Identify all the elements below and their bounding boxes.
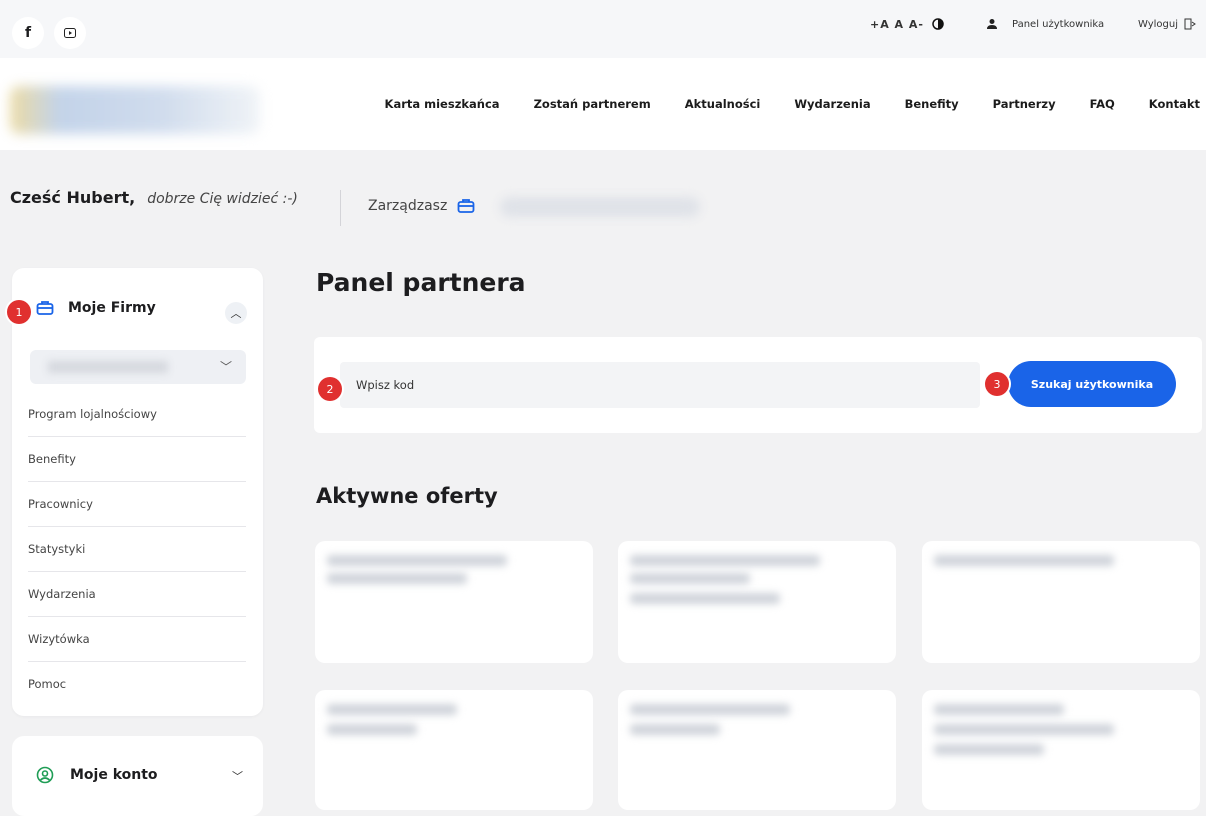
nav-wydarzenia[interactable]: Wydarzenia	[794, 97, 870, 111]
logout-link[interactable]: Wyloguj	[1138, 18, 1196, 30]
font-size-controls[interactable]: +A A A-	[870, 18, 924, 31]
manage-label: Zarządzasz	[368, 198, 448, 214]
sidebar-item-benefity[interactable]: Benefity	[28, 437, 246, 482]
nav-partnerzy[interactable]: Partnerzy	[993, 97, 1056, 111]
account-title: Moje konto	[70, 767, 158, 783]
company-select-value	[48, 361, 168, 373]
sidebar-account-card: Moje konto ﹀	[12, 736, 263, 816]
nav-zostan-partnerem[interactable]: Zostań partnerem	[534, 97, 651, 111]
contrast-icon	[932, 18, 944, 30]
nav-benefity[interactable]: Benefity	[905, 97, 959, 111]
nav-faq[interactable]: FAQ	[1090, 97, 1115, 111]
nav-karta-mieszkanca[interactable]: Karta mieszkańca	[385, 97, 500, 111]
briefcase-icon	[36, 301, 54, 315]
managed-company-name[interactable]	[500, 197, 700, 217]
company-select[interactable]: ﹀	[30, 350, 246, 384]
annotation-marker: 2	[318, 377, 342, 401]
user-panel-label: Panel użytkownika	[1012, 18, 1105, 30]
sidebar-item-pomoc[interactable]: Pomoc	[28, 662, 246, 706]
sidebar-item-pracownicy[interactable]: Pracownicy	[28, 482, 246, 527]
sidebar-companies-card: Moje Firmy ︿ ﹀ Program lojalnościowy Ben…	[12, 268, 263, 716]
logout-label: Wyloguj	[1138, 18, 1178, 30]
sidebar-menu: Program lojalnościowy Benefity Pracownic…	[28, 392, 246, 706]
chevron-down-icon: ﹀	[219, 360, 232, 374]
offer-card[interactable]	[315, 690, 593, 810]
search-user-button[interactable]: Szukaj użytkownika	[1008, 361, 1176, 407]
offer-card[interactable]	[922, 690, 1200, 810]
annotation-marker: 1	[7, 300, 31, 324]
youtube-icon[interactable]	[54, 17, 86, 49]
user-circle-icon	[36, 766, 54, 784]
companies-header[interactable]: Moje Firmy	[36, 300, 156, 316]
logout-icon	[1184, 18, 1196, 30]
user-panel-link[interactable]: Panel użytkownika	[986, 18, 1104, 30]
main-nav: Karta mieszkańca Zostań partnerem Aktual…	[385, 97, 1200, 111]
briefcase-icon	[457, 199, 475, 213]
greeting-name: Cześć Hubert,	[10, 188, 136, 207]
sidebar-item-program-lojalnosciowy[interactable]: Program lojalnościowy	[28, 392, 246, 437]
site-logo[interactable]	[10, 86, 260, 134]
greeting: Cześć Hubert, dobrze Cię widzieć :-)	[10, 186, 310, 211]
header-divider	[340, 190, 341, 226]
chevron-up-icon[interactable]: ︿	[225, 302, 247, 324]
offer-card[interactable]	[618, 541, 896, 663]
account-header[interactable]: Moje konto	[36, 766, 158, 784]
facebook-icon[interactable]: f	[12, 17, 44, 49]
sidebar-item-wydarzenia[interactable]: Wydarzenia	[28, 572, 246, 617]
contrast-toggle[interactable]	[932, 18, 944, 30]
nav-kontakt[interactable]: Kontakt	[1149, 97, 1200, 111]
sidebar-item-wizytowka[interactable]: Wizytówka	[28, 617, 246, 662]
nav-aktualnosci[interactable]: Aktualności	[685, 97, 761, 111]
offers-title: Aktywne oferty	[316, 484, 498, 508]
code-search-input[interactable]	[340, 362, 980, 408]
user-icon	[987, 19, 997, 29]
offer-card[interactable]	[618, 690, 896, 810]
companies-title: Moje Firmy	[68, 300, 156, 316]
offer-card[interactable]	[922, 541, 1200, 663]
greeting-subtitle: dobrze Cię widzieć :-)	[147, 191, 298, 207]
annotation-marker: 3	[985, 372, 1009, 396]
chevron-down-icon[interactable]: ﹀	[232, 768, 243, 784]
managed-company: Zarządzasz	[368, 198, 475, 214]
page-title: Panel partnera	[316, 268, 526, 297]
sidebar-item-statystyki[interactable]: Statystyki	[28, 527, 246, 572]
offer-card[interactable]	[315, 541, 593, 663]
